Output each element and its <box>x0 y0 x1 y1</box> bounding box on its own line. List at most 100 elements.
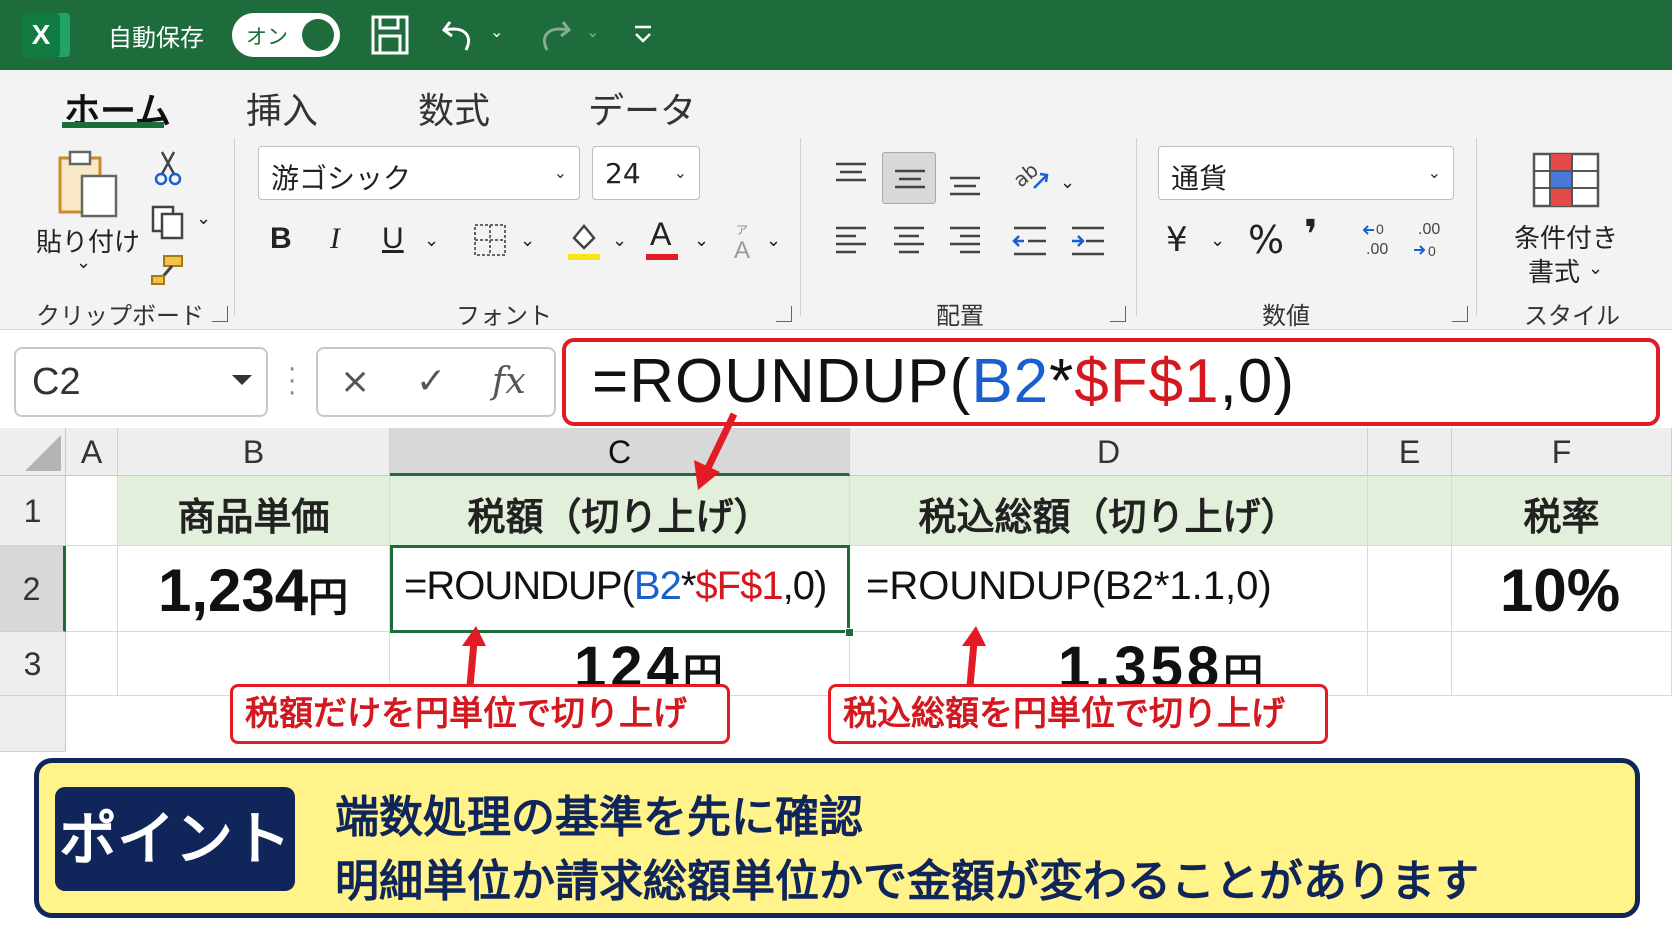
copy-icon[interactable] <box>150 204 186 240</box>
insert-function-icon[interactable]: fx <box>492 361 526 402</box>
cell-f1[interactable]: 税率 <box>1452 476 1672 546</box>
font-name-select[interactable]: 游ゴシック ⌄ <box>258 146 580 200</box>
cell-a2[interactable] <box>66 546 118 632</box>
alignment-launcher-icon[interactable] <box>1110 306 1126 322</box>
cell-f2[interactable]: 10% <box>1452 546 1672 632</box>
font-color-dropdown-icon[interactable]: ⌄ <box>694 230 709 251</box>
tab-insert[interactable]: 挿入 <box>246 82 318 134</box>
cell-b2[interactable]: 1,234円 <box>118 546 390 632</box>
callout-total-roundup: 税込総額を円単位で切り上げ <box>828 684 1328 744</box>
select-all-button[interactable] <box>0 428 66 476</box>
percent-style-button[interactable]: % <box>1248 218 1284 262</box>
align-center-icon[interactable] <box>892 224 926 258</box>
row-header-4[interactable] <box>0 696 66 752</box>
increase-indent-icon[interactable] <box>1070 224 1106 258</box>
fill-color-dropdown-icon[interactable]: ⌄ <box>612 230 627 251</box>
underline-dropdown-icon[interactable]: ⌄ <box>424 230 439 251</box>
row-header-2[interactable]: 2 <box>0 546 66 632</box>
currency-format-button[interactable]: ¥ <box>1166 220 1188 260</box>
cell-a1[interactable] <box>66 476 118 546</box>
currency-dropdown-icon[interactable]: ⌄ <box>1210 230 1225 251</box>
borders-icon[interactable] <box>472 222 508 258</box>
number-launcher-icon[interactable] <box>1452 306 1468 322</box>
conditional-formatting-label-2[interactable]: 書式 <box>1528 252 1580 289</box>
redo-dropdown-icon[interactable]: ⌄ <box>586 22 599 41</box>
ribbon-separator <box>800 138 801 316</box>
conditional-formatting-dropdown-icon[interactable]: ⌄ <box>1588 258 1603 279</box>
tab-formulas[interactable]: 数式 <box>418 82 490 134</box>
tab-data[interactable]: データ <box>588 82 696 134</box>
comma-style-button[interactable]: ❜ <box>1304 212 1318 258</box>
font-color-bar <box>646 254 678 260</box>
splitter-handle-icon[interactable]: · · · <box>288 357 296 407</box>
font-color-icon: A <box>650 216 672 252</box>
row-header-1[interactable]: 1 <box>0 476 66 546</box>
conditional-formatting-icon[interactable] <box>1532 152 1600 208</box>
format-painter-icon[interactable] <box>150 254 186 286</box>
chevron-down-icon <box>232 375 252 385</box>
redo-icon[interactable] <box>535 14 573 56</box>
font-size-value: 24 <box>605 157 641 190</box>
arrow-up-icon <box>462 626 486 686</box>
autosave-toggle[interactable]: オン <box>232 13 340 57</box>
decrease-indent-icon[interactable] <box>1012 224 1048 258</box>
underline-button[interactable]: U <box>382 222 404 256</box>
paste-dropdown-icon[interactable]: ⌄ <box>76 252 91 273</box>
fill-color-icon[interactable] <box>566 218 602 262</box>
column-header-f[interactable]: F <box>1452 428 1672 476</box>
name-box[interactable]: C2 <box>14 347 268 417</box>
increase-decimal-button[interactable]: 0 .00 <box>1362 220 1402 260</box>
phonetic-guide-icon[interactable]: ア A <box>730 222 764 262</box>
copy-dropdown-icon[interactable]: ⌄ <box>196 208 211 229</box>
orientation-icon[interactable]: ab <box>1010 158 1050 196</box>
align-bottom-icon[interactable] <box>948 172 982 200</box>
cell-f3[interactable] <box>1452 632 1672 696</box>
cancel-icon[interactable]: × <box>340 361 370 402</box>
fill-handle[interactable] <box>845 628 854 637</box>
cell-e2[interactable] <box>1368 546 1452 632</box>
phonetic-dropdown-icon[interactable]: ⌄ <box>766 230 781 251</box>
cell-c1[interactable]: 税額（切り上げ） <box>390 476 850 546</box>
header-unit-price: 商品単価 <box>177 495 330 539</box>
font-launcher-icon[interactable] <box>776 306 792 322</box>
cell-e3[interactable] <box>1368 632 1452 696</box>
undo-icon[interactable] <box>440 14 478 56</box>
column-header-e[interactable]: E <box>1368 428 1452 476</box>
column-header-d[interactable]: D <box>850 428 1368 476</box>
number-format-select[interactable]: 通貨 ⌄ <box>1158 146 1454 200</box>
active-cell-border <box>390 545 850 633</box>
align-middle-button[interactable] <box>882 152 936 204</box>
conditional-formatting-label-1[interactable]: 条件付き <box>1514 218 1618 255</box>
cell-b1[interactable]: 商品単価 <box>118 476 390 546</box>
align-left-icon[interactable] <box>834 224 868 258</box>
font-name-value: 游ゴシック <box>271 162 412 195</box>
align-top-icon[interactable] <box>834 160 868 188</box>
font-size-select[interactable]: 24 ⌄ <box>592 146 700 200</box>
cell-d1[interactable]: 税込総額（切り上げ） <box>850 476 1368 546</box>
customize-quick-access-icon[interactable] <box>632 24 654 46</box>
cell-d2[interactable]: =ROUNDUP(B2*1.1,0) <box>850 546 1368 632</box>
cell-a3[interactable] <box>66 632 118 696</box>
orientation-dropdown-icon[interactable]: ⌄ <box>1060 172 1075 193</box>
enter-icon[interactable]: ✓ <box>416 361 446 402</box>
paste-icon[interactable] <box>56 150 120 218</box>
column-header-a[interactable]: A <box>66 428 118 476</box>
save-icon[interactable] <box>370 14 410 56</box>
italic-button[interactable]: I <box>330 222 340 256</box>
svg-text:.00: .00 <box>1366 241 1388 258</box>
column-header-c[interactable]: C <box>390 428 850 476</box>
toggle-knob <box>302 19 334 51</box>
clipboard-launcher-icon[interactable] <box>212 306 228 322</box>
callout-tax-roundup: 税額だけを円単位で切り上げ <box>230 684 730 744</box>
align-right-icon[interactable] <box>948 224 982 258</box>
active-tab-indicator <box>62 122 164 128</box>
borders-dropdown-icon[interactable]: ⌄ <box>520 230 535 251</box>
bold-button[interactable]: B <box>270 222 292 256</box>
group-label-font: フォント <box>456 302 552 330</box>
decrease-decimal-button[interactable]: .00 0 <box>1412 220 1452 260</box>
column-header-b[interactable]: B <box>118 428 390 476</box>
cell-e1[interactable] <box>1368 476 1452 546</box>
undo-dropdown-icon[interactable]: ⌄ <box>490 22 503 41</box>
row-header-3[interactable]: 3 <box>0 632 66 696</box>
cut-icon[interactable] <box>154 150 182 186</box>
